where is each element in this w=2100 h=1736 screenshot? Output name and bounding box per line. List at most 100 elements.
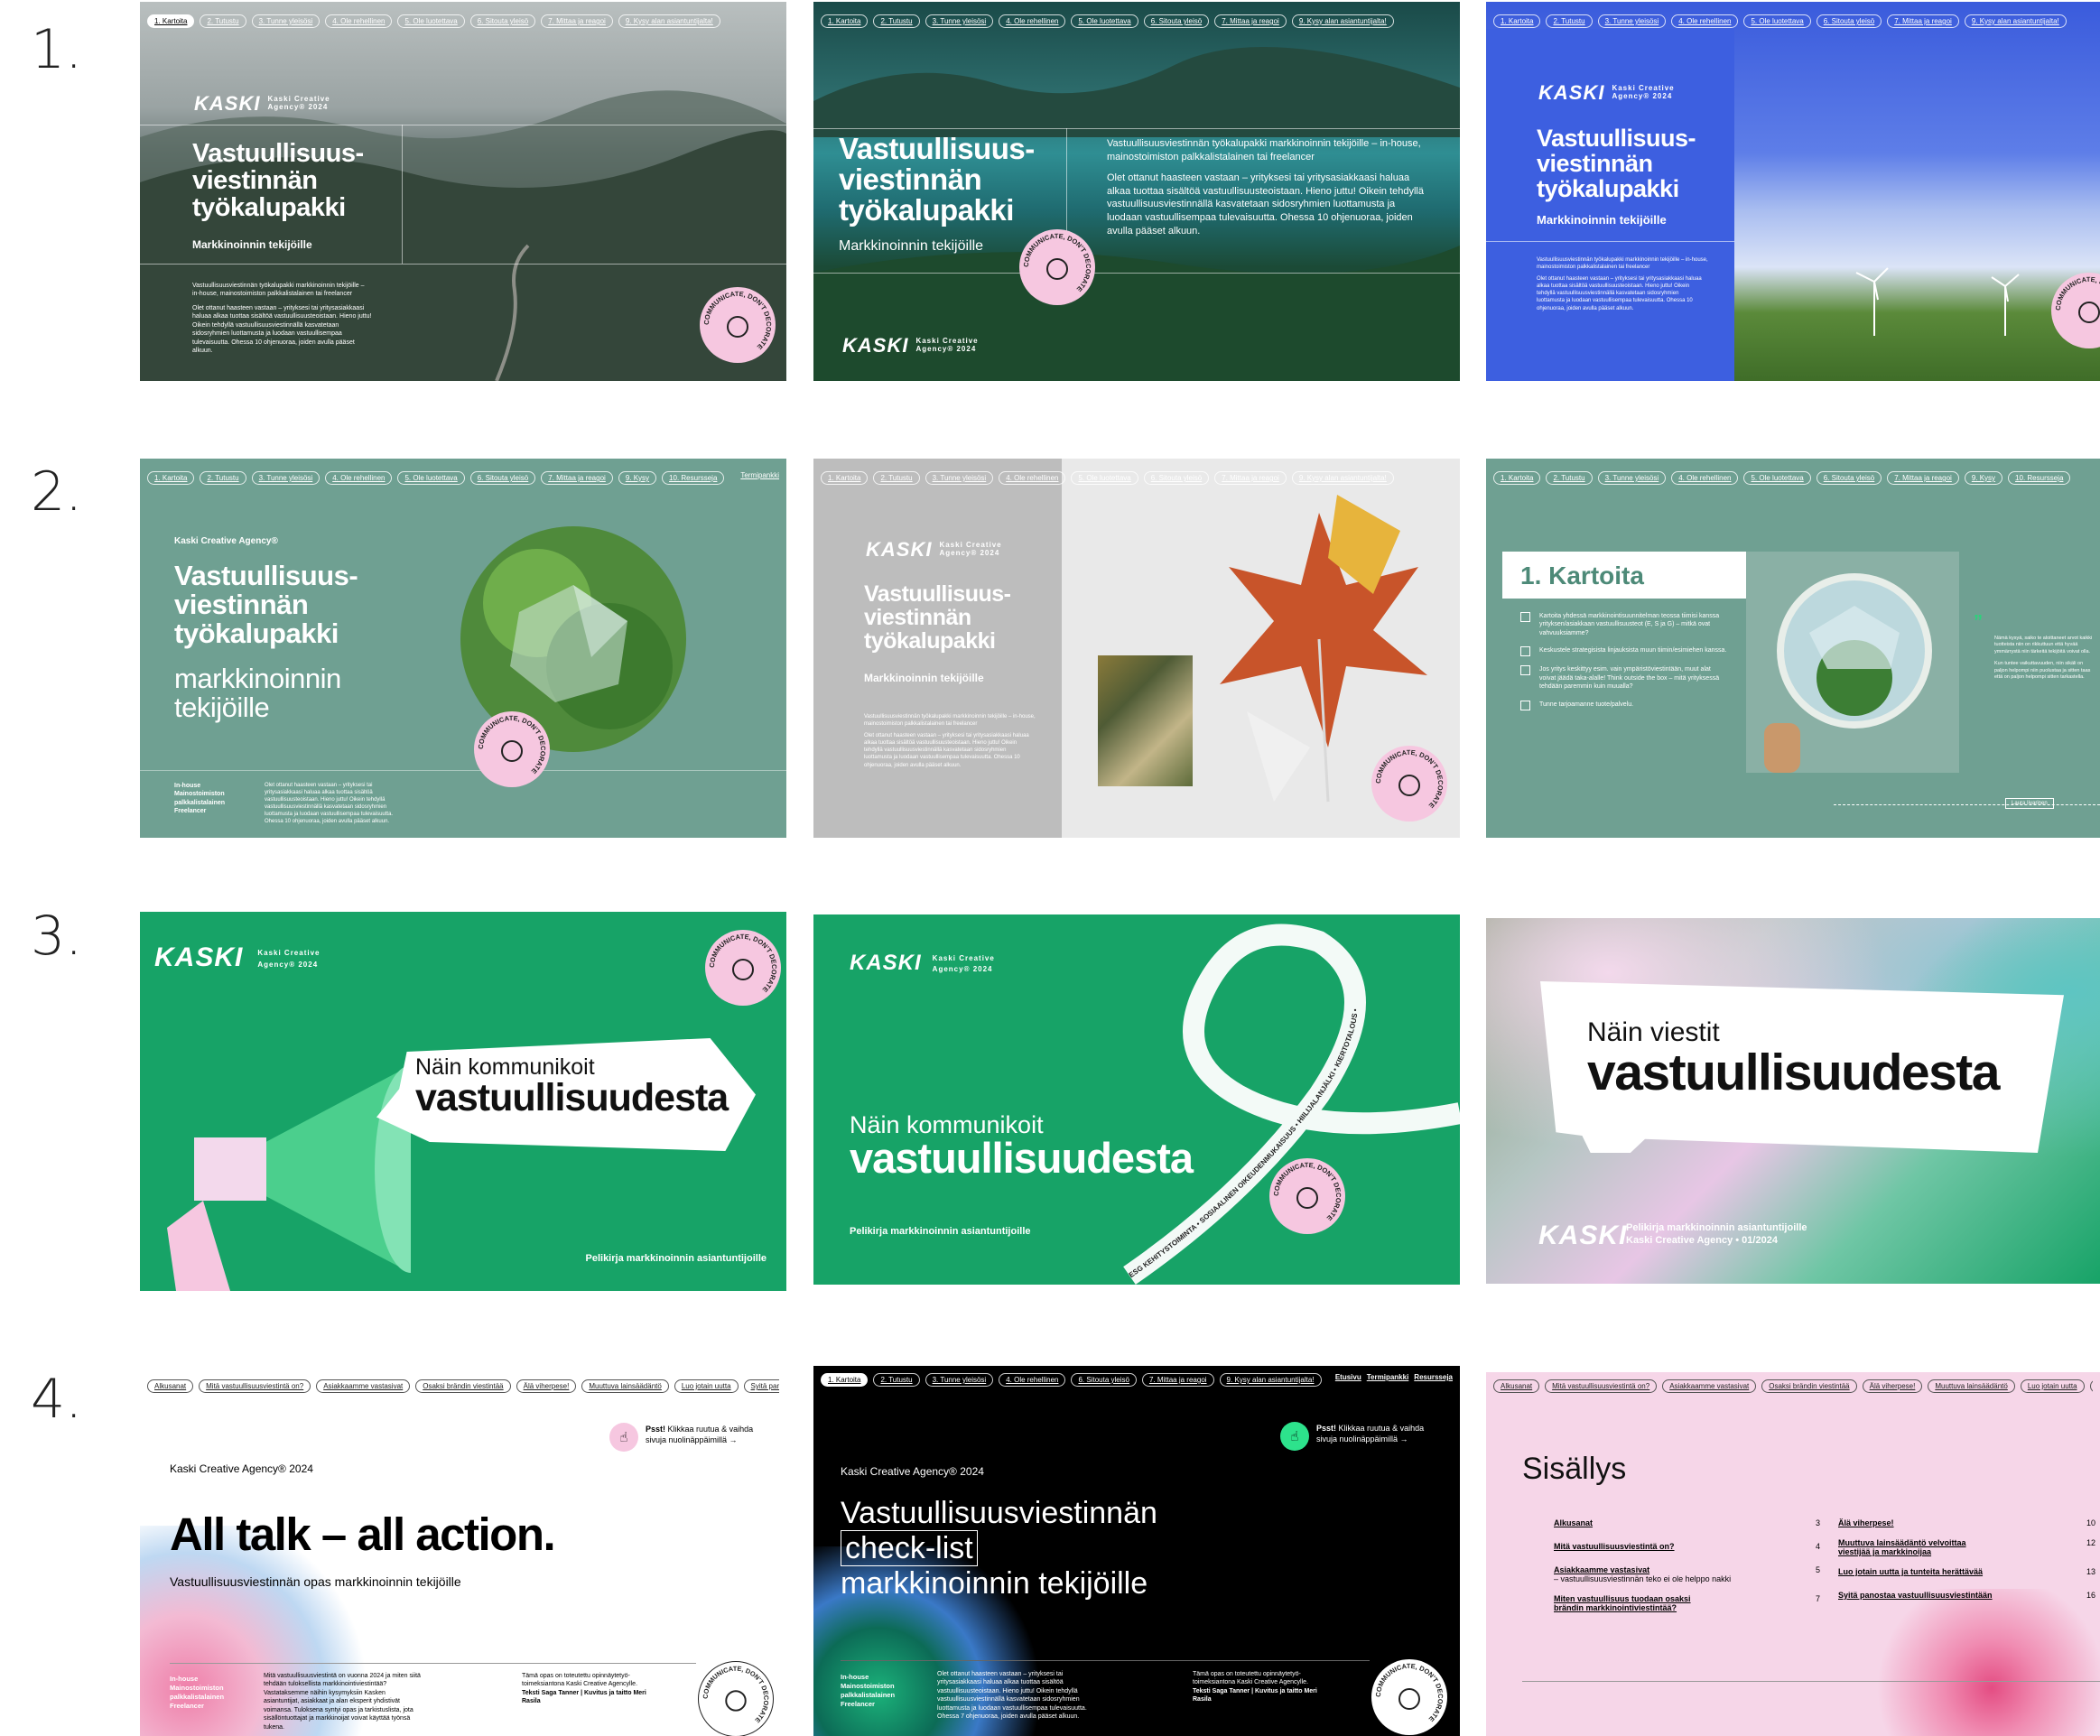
nav-pill[interactable]: Osaksi brändin viestintää (415, 1379, 511, 1393)
nav-pill[interactable]: 1. Kartoita (147, 14, 195, 28)
nav-pill[interactable]: 10. Resursseja (2008, 471, 2071, 485)
slide-2-2[interactable]: 1. Kartoita 2. Tutustu 3. Tunne yleisösi… (813, 459, 1460, 838)
nav-pill[interactable]: Älä viherpese! (1862, 1379, 1923, 1393)
nav-link[interactable]: Resursseja (1414, 1373, 1453, 1387)
toc-entry[interactable]: Muuttuva lainsäädäntö velvoittaa viestij… (1838, 1538, 2095, 1556)
nav-pill[interactable]: 2. Tutustu (200, 14, 246, 28)
nav-pill[interactable]: 3. Tunne yleisösi (925, 471, 994, 485)
checkbox[interactable] (1520, 646, 1530, 657)
nav-pill[interactable]: Luo jotain uutta (2020, 1379, 2085, 1393)
nav-pill[interactable]: 7. Mittaa ja reagoi (1214, 14, 1287, 28)
nav-pill[interactable]: 1. Kartoita (821, 471, 869, 485)
checkbox[interactable] (1520, 665, 1530, 676)
nav-pill[interactable]: 2. Tutustu (200, 471, 246, 485)
toc-entry[interactable]: Asiakkaamme vastasivat – vastuullisuusvie… (1554, 1565, 1820, 1583)
nav-pill[interactable]: 1. Kartoita (1493, 471, 1541, 485)
nav-pill[interactable]: 4. Ole rehellinen (325, 471, 393, 485)
nav-pill[interactable]: 9. Kysy alan asiantuntijalta! (1291, 14, 1394, 28)
nav-pill[interactable]: 7. Mittaa ja reagoi (1887, 471, 1959, 485)
nav-pill[interactable]: 6. Sitouta yleisö (1143, 14, 1210, 28)
termipankki-link[interactable]: Termipankki (740, 471, 779, 485)
nav-pill[interactable]: 4. Ole rehellinen (325, 14, 393, 28)
nav-pill[interactable]: 2. Tutustu (1546, 14, 1593, 28)
nav-pill[interactable]: Syitä panostaa (743, 1379, 779, 1393)
slide-4-1[interactable]: Alkusanat Mitä vastuullisuusviestintä on… (140, 1372, 786, 1736)
nav-pill[interactable]: 6. Sitouta yleisö (469, 14, 536, 28)
nav-pill[interactable]: 1. Kartoita (147, 471, 195, 485)
nav-pill[interactable]: 4. Ole rehellinen (1671, 14, 1739, 28)
nav-pill[interactable]: 7. Mittaa ja reagoi (1141, 1373, 1214, 1387)
nav-pill[interactable]: 5. Ole luotettava (1071, 471, 1138, 485)
nav-pill[interactable]: 5. Ole luotettava (397, 14, 465, 28)
nav-pill[interactable]: Asiakkaamme vastasivat (1662, 1379, 1757, 1393)
nav-pill[interactable]: 6. Sitouta yleisö (1816, 14, 1882, 28)
nav-pill[interactable]: 4. Ole rehellinen (999, 14, 1066, 28)
nav-pill[interactable]: 5. Ole luotettava (397, 471, 465, 485)
slide-4-2[interactable]: 1. Kartoita 2. Tutustu 3. Tunne yleisösi… (813, 1366, 1460, 1736)
nav-pill[interactable]: 3. Tunne yleisösi (251, 14, 321, 28)
nav-pill[interactable]: 3. Tunne yleisösi (251, 471, 321, 485)
nav-pill[interactable]: 5. Ole luotettava (1743, 471, 1811, 485)
nav-link[interactable]: Etusivu (1335, 1373, 1361, 1387)
nav-pill[interactable]: 10. Resursseja (662, 471, 725, 485)
slide-3-1[interactable]: KASKI Kaski Creative Agency® 2024 Näin kom… (140, 912, 786, 1291)
nav-pill[interactable]: 3. Tunne yleisösi (925, 1373, 994, 1387)
nav-pill[interactable]: 5. Ole luotettava (1071, 14, 1138, 28)
slide-1-2[interactable]: 1. Kartoita 2. Tutustu 3. Tunne yleisösi… (813, 2, 1460, 381)
nav-pill[interactable]: 2. Tutustu (873, 471, 920, 485)
nav-pill[interactable]: Alkusanat (147, 1379, 194, 1393)
nav-pill[interactable]: Osaksi brändin viestintää (1761, 1379, 1857, 1393)
nav-pill[interactable]: Asiakkaamme vastasivat (316, 1379, 411, 1393)
nav-pill[interactable]: 5. Ole luotettava (1743, 14, 1811, 28)
nav-link[interactable]: Termipankki (1367, 1373, 1409, 1387)
nav-pill[interactable]: Älä viherpese! (516, 1379, 577, 1393)
toc-entry[interactable]: Luo jotain uutta ja tunteita herättävää 1… (1838, 1567, 2095, 1576)
slide-2-3[interactable]: 1. Kartoita 2. Tutustu 3. Tunne yleisösi… (1486, 459, 2100, 838)
nav-pill[interactable]: 4. Ole rehellinen (1671, 471, 1739, 485)
nav-pill[interactable]: 3. Tunne yleisösi (925, 14, 994, 28)
nav-pill[interactable]: 1. Kartoita (821, 14, 869, 28)
slide-4-3[interactable]: Alkusanat Mitä vastuullisuusviestintä on… (1486, 1372, 2100, 1736)
nav-pill[interactable]: Alkusanat (1493, 1379, 1540, 1393)
checklist-item[interactable]: Kartoita yhdessä markkinointisuunnitelma… (1520, 612, 1728, 637)
nav-pill[interactable]: 4. Ole rehellinen (999, 471, 1066, 485)
nav-pill[interactable]: Luo jotain uutta (674, 1379, 739, 1393)
checklist-item[interactable]: Tunne tarjoamanne tuote/palvelu. (1520, 700, 1728, 710)
nav-pill[interactable]: 2. Tutustu (873, 14, 920, 28)
nav-pill[interactable]: 9. Kysy (1964, 471, 2003, 485)
nav-pill[interactable]: Muuttuva lainsäädäntö (1928, 1379, 2015, 1393)
nav-pill[interactable]: 7. Mittaa ja reagoi (1887, 14, 1959, 28)
nav-pill[interactable]: 6. Sitouta yleisö (469, 471, 536, 485)
toc-entry[interactable]: Alkusanat 3 (1554, 1518, 1820, 1527)
nav-pill[interactable]: 3. Tunne yleisösi (1597, 471, 1667, 485)
nav-pill[interactable]: 1. Kartoita (1493, 14, 1541, 28)
nav-pill[interactable]: 7. Mittaa ja reagoi (541, 471, 613, 485)
slide-1-1[interactable]: 1. Kartoita 2. Tutustu 3. Tunne yleisösi… (140, 2, 786, 381)
nav-pill[interactable]: 3. Tunne yleisösi (1597, 14, 1667, 28)
slide-1-3[interactable]: 1. Kartoita 2. Tutustu 3. Tunne yleisösi… (1486, 2, 2100, 381)
nav-pill[interactable]: 9. Kysy alan asiantuntijalta! (1964, 14, 2067, 28)
nav-pill[interactable]: 9. Kysy alan asiantuntijalta! (618, 14, 720, 28)
toc-entry[interactable]: Syitä panostaa vastuullisuusviestintään 1… (1838, 1591, 2095, 1600)
toc-entry[interactable]: Mitä vastuullisuusviestintä on? 4 (1554, 1542, 1820, 1551)
checkbox[interactable] (1520, 612, 1530, 622)
nav-pill[interactable]: 2. Tutustu (873, 1373, 920, 1387)
nav-pill[interactable]: 4. Ole rehellinen (999, 1373, 1066, 1387)
nav-pill[interactable]: 6. Sitouta yleisö (1816, 471, 1882, 485)
slide-3-2[interactable]: ESG KEHITYSTOIMINTA • SOSIAALINEN OIKEUD… (813, 914, 1460, 1285)
slide-2-1[interactable]: 1. Kartoita 2. Tutustu 3. Tunne yleisösi… (140, 459, 786, 838)
toc-entry[interactable]: Älä viherpese! 10 (1838, 1518, 2095, 1527)
nav-pill[interactable]: 1. Kartoita (821, 1373, 869, 1387)
toc-entry[interactable]: Miten vastuullisuus tuodaan osaksi bränd… (1554, 1594, 1820, 1612)
checkbox[interactable] (1520, 700, 1530, 710)
nav-pill[interactable]: 9. Kysy alan asiantuntijalta! (1219, 1373, 1322, 1387)
slide-3-3[interactable]: Näin viestit vastuullisuudesta KASKI Pel… (1486, 918, 2100, 1284)
nav-pill[interactable]: 2. Tutustu (1546, 471, 1593, 485)
nav-pill[interactable]: 6. Sitouta yleisö (1071, 1373, 1137, 1387)
nav-pill[interactable]: 7. Mittaa ja reagoi (541, 14, 613, 28)
checklist-item[interactable]: Keskustele strategisista linjauksista mu… (1520, 646, 1728, 657)
nav-pill[interactable]: Mitä vastuullisuusviestintä on? (1545, 1379, 1658, 1393)
checklist-item[interactable]: Jos yritys keskittyy esim. vain ympärist… (1520, 665, 1728, 691)
nav-pill[interactable]: Mitä vastuullisuusviestintä on? (199, 1379, 311, 1393)
nav-pill[interactable]: 9. Kysy (618, 471, 657, 485)
